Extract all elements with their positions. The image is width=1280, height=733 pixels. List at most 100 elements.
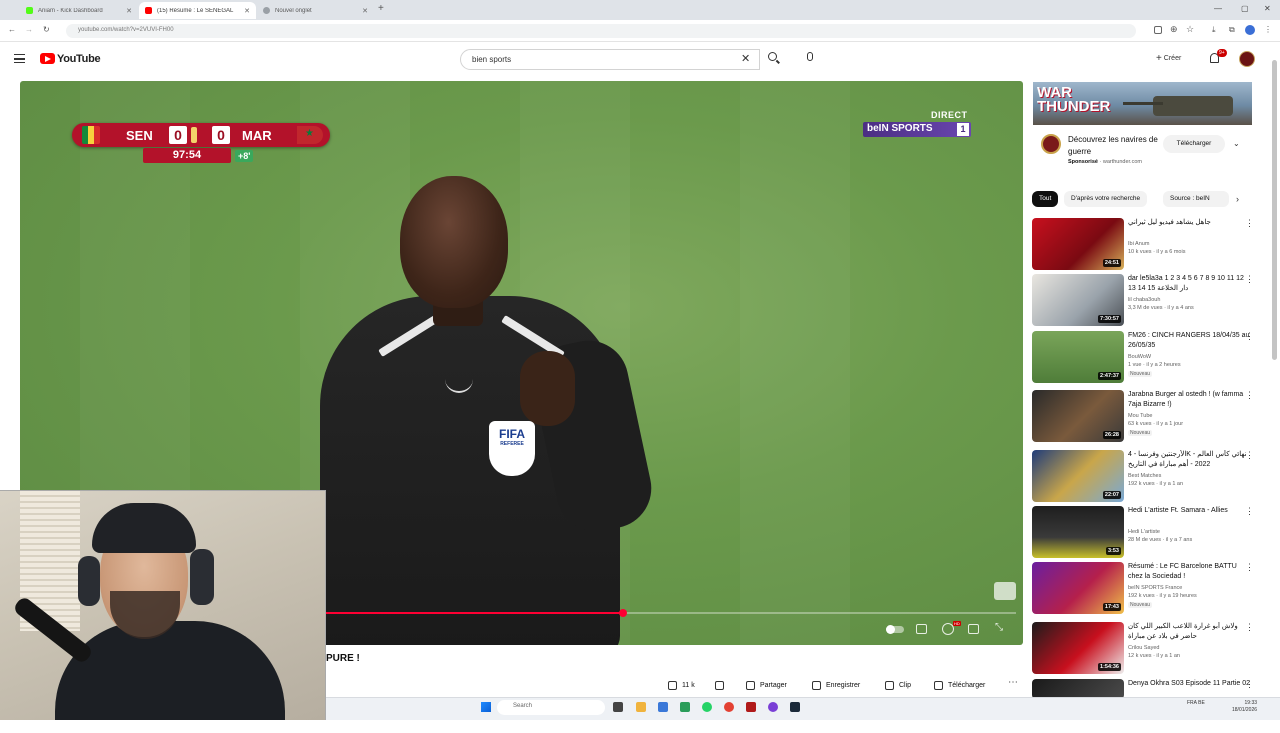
channel-watermark-icon[interactable]: [994, 582, 1016, 600]
channel-name[interactable]: lil chaba3ouh: [1128, 297, 1160, 303]
video-thumbnail[interactable]: 17:43: [1032, 562, 1124, 614]
task-view-icon[interactable]: [613, 702, 623, 712]
chip-source[interactable]: Source : beIN: [1163, 191, 1229, 207]
channel-name[interactable]: Hedi L'artiste: [1128, 529, 1160, 535]
recommendation-item[interactable]: 17:43 Résumé : Le FC Barcelone BATTU chez…: [1032, 562, 1272, 616]
chip-all[interactable]: Tout: [1032, 191, 1059, 207]
url-field[interactable]: youtube.com/watch?v=2VUVI-FH00: [66, 24, 1136, 38]
close-tab-icon[interactable]: ✕: [244, 7, 250, 15]
recommendation-title[interactable]: dar le5la3a 1 2 3 4 5 6 7 8 9 10 11 12 1…: [1128, 274, 1253, 294]
screen-cast-icon[interactable]: [1154, 26, 1162, 34]
fullscreen-icon[interactable]: ⤡: [995, 622, 1003, 633]
store-icon[interactable]: [658, 702, 668, 712]
more-options-icon[interactable]: ⋮: [1245, 506, 1254, 517]
share-button[interactable]: Partager: [746, 676, 787, 694]
recommendation-title[interactable]: جاهل يشاهد فيديو ليل ثيراني: [1128, 218, 1253, 228]
more-options-icon[interactable]: ⋮: [1245, 274, 1254, 285]
progress-scrubber[interactable]: [619, 609, 627, 617]
ad-banner[interactable]: WAR THUNDER: [1033, 82, 1252, 125]
more-options-icon[interactable]: ⋮: [1245, 562, 1254, 573]
video-thumbnail[interactable]: 7:30:57: [1032, 274, 1124, 326]
recommendation-title[interactable]: ولاش أبو غرارة اللاعب الكبير اللي كان حا…: [1128, 622, 1253, 642]
video-thumbnail[interactable]: 22:07: [1032, 450, 1124, 502]
close-tab-icon[interactable]: ✕: [126, 7, 132, 15]
downloads-icon[interactable]: ⤓: [1212, 25, 1216, 35]
new-tab-plus-icon[interactable]: +: [378, 3, 384, 14]
chrome-icon[interactable]: [724, 702, 734, 712]
extensions-icon[interactable]: ⧉: [1229, 25, 1235, 35]
taskbar-clock[interactable]: 19:33 18/01/2026: [1232, 700, 1257, 714]
video-thumbnail[interactable]: [1032, 679, 1124, 699]
recommendation-item[interactable]: 3:53 Hedi L'artiste Ft. Samara - Allies He…: [1032, 506, 1272, 560]
download-button[interactable]: Télécharger: [934, 676, 985, 694]
channel-name[interactable]: beIN SPORTS France: [1128, 585, 1182, 591]
recommendation-item[interactable]: 7:30:57 dar le5la3a 1 2 3 4 5 6 7 8 9 10 …: [1032, 274, 1272, 328]
channel-name[interactable]: BouWoW: [1128, 354, 1151, 360]
video-thumbnail[interactable]: 1:54:36: [1032, 622, 1124, 674]
clear-search-icon[interactable]: ✕: [741, 52, 750, 65]
browser-tab-kick[interactable]: Aniam - Kick Dashboard ✕: [20, 2, 138, 19]
close-tab-icon[interactable]: ✕: [362, 7, 368, 15]
dislike-button[interactable]: [715, 676, 729, 694]
more-options-icon[interactable]: ⋮: [1245, 622, 1254, 633]
youtube-wordmark[interactable]: YouTube: [57, 53, 101, 65]
forward-arrow-icon[interactable]: →: [25, 25, 33, 34]
more-actions-icon[interactable]: ⋯: [1008, 677, 1018, 688]
channel-name[interactable]: Ibi Anum: [1128, 241, 1149, 247]
language-indicator[interactable]: FRA BE: [1187, 700, 1205, 707]
taskbar-search[interactable]: Search: [497, 700, 605, 715]
search-input[interactable]: bien sports: [460, 49, 760, 70]
create-button[interactable]: + Créer: [1156, 53, 1181, 64]
more-options-icon[interactable]: ⋮: [1245, 390, 1254, 401]
autoplay-toggle[interactable]: [886, 625, 904, 634]
more-options-icon[interactable]: ⋮: [1245, 331, 1254, 342]
browser-tab-youtube[interactable]: (15) Résumé : Le SENEGAL ✕: [139, 2, 256, 19]
recommendation-title[interactable]: Hedi L'artiste Ft. Samara - Allies: [1128, 506, 1253, 516]
browser-tab-new[interactable]: Nouvel onglet ✕: [257, 2, 374, 19]
ad-download-button[interactable]: Télécharger: [1163, 135, 1225, 153]
recommendation-item[interactable]: 22:07 الأرجنتين وفرنسا - 4K - نهائي كأس ا…: [1032, 450, 1272, 504]
video-thumbnail[interactable]: 24:51: [1032, 218, 1124, 270]
clip-button[interactable]: Clip: [885, 676, 911, 694]
subtitles-icon[interactable]: [916, 624, 927, 634]
channel-name[interactable]: Mou Tube: [1128, 413, 1152, 419]
file-explorer-icon[interactable]: [636, 702, 646, 712]
browser-menu-icon[interactable]: ⋮: [1264, 25, 1272, 34]
maximize-icon[interactable]: ▢: [1241, 4, 1249, 13]
back-arrow-icon[interactable]: ←: [8, 25, 16, 34]
chevron-down-icon[interactable]: ⌄: [1233, 139, 1240, 148]
recommendation-title[interactable]: الأرجنتين وفرنسا - 4K - نهائي كأس العالم…: [1128, 450, 1253, 470]
recommendation-title[interactable]: Jarabna Burger al ostedh ! (w famma 7aja…: [1128, 390, 1253, 410]
miniplayer-icon[interactable]: [968, 624, 979, 634]
recommendation-item[interactable]: 26:28 Jarabna Burger al ostedh ! (w famma…: [1032, 390, 1272, 444]
page-scrollbar[interactable]: [1272, 60, 1277, 360]
windows-start-icon[interactable]: [481, 702, 491, 712]
reload-icon[interactable]: ↻: [43, 25, 50, 34]
close-window-icon[interactable]: ✕: [1264, 4, 1271, 13]
more-options-icon[interactable]: ⋮: [1245, 450, 1254, 461]
youtube-logo-icon[interactable]: [40, 53, 55, 64]
search-icon[interactable]: [768, 52, 777, 61]
more-options-icon[interactable]: ⋮: [1245, 679, 1254, 690]
recommendation-title[interactable]: FM26 : CINCH RANGERS 18/04/35 au 26/05/3…: [1128, 331, 1253, 351]
ad-title[interactable]: Découvrez les navires de guerre: [1068, 134, 1163, 158]
video-thumbnail[interactable]: 26:28: [1032, 390, 1124, 442]
recommendation-title[interactable]: Denya Okhra S03 Episode 11 Partie 02: [1128, 679, 1253, 689]
recommendation-item[interactable]: 24:51 جاهل يشاهد فيديو ليل ثيراني Ibi Anum…: [1032, 218, 1272, 272]
voice-search-mic-icon[interactable]: [807, 52, 813, 61]
menu-hamburger-icon[interactable]: [14, 54, 25, 63]
discord-icon[interactable]: [768, 702, 778, 712]
channel-name[interactable]: Best Matches: [1128, 473, 1161, 479]
zoom-icon[interactable]: ⊕: [1170, 24, 1178, 35]
bookmark-star-icon[interactable]: ☆: [1186, 24, 1194, 35]
whatsapp-icon[interactable]: [702, 702, 712, 712]
profile-avatar[interactable]: [1245, 25, 1255, 35]
steam-icon[interactable]: [790, 702, 800, 712]
chip-related[interactable]: D'après votre recherche: [1064, 191, 1148, 207]
like-button[interactable]: 11 k: [668, 676, 695, 694]
app-green-icon[interactable]: [680, 702, 690, 712]
account-avatar[interactable]: [1239, 51, 1255, 67]
more-options-icon[interactable]: ⋮: [1245, 218, 1254, 229]
recommendation-item[interactable]: 2:47:37 FM26 : CINCH RANGERS 18/04/35 au …: [1032, 331, 1272, 385]
minimize-icon[interactable]: —: [1214, 4, 1222, 13]
